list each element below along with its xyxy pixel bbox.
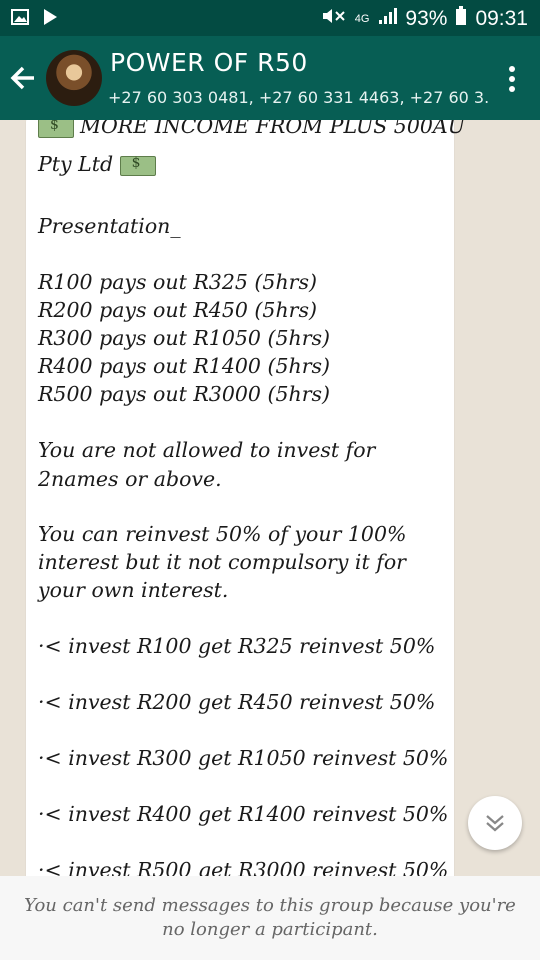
message-line: R200 pays out R450 (5hrs): [38, 298, 317, 322]
message-line: ·< invest R300 get R1050 reinvest 50%: [38, 746, 449, 770]
status-bar: 4G 93% 09:31: [0, 0, 540, 36]
footer-notice: You can't send messages to this group be…: [0, 876, 540, 960]
message-line: interest but it not compulsory it for: [38, 550, 406, 574]
message-line: ·< invest R200 get R450 reinvest 50%: [38, 690, 436, 714]
message-line: ·< invest R400 get R1400 reinvest 50%: [38, 802, 449, 826]
image-icon: [10, 7, 30, 27]
message-line: R500 pays out R3000 (5hrs): [38, 382, 331, 406]
network-type: 4G: [354, 13, 370, 25]
signal-icon: [377, 6, 398, 32]
double-chevron-down-icon: [486, 815, 504, 832]
money-emoji-icon: [119, 155, 156, 176]
message-line: ·< invest R500 get R3000 reinvest 50%: [38, 858, 449, 876]
battery-percent: 93%: [405, 7, 448, 30]
message-bubble[interactable]: MORE INCOME FROM PLUS 500AU Pty Ltd Pres…: [26, 120, 465, 876]
not-participant-text: You can't send messages to this group be…: [24, 895, 516, 940]
message-line: your own interest.: [38, 578, 229, 602]
clock: 09:31: [475, 7, 528, 30]
scroll-to-bottom-button[interactable]: [468, 796, 522, 850]
battery-icon: [455, 6, 467, 32]
message-line: You can reinvest 50% of your 100%: [38, 522, 407, 546]
message-line: MORE INCOME FROM PLUS 500AU: [38, 120, 465, 138]
message-line: R100 pays out R325 (5hrs): [38, 270, 317, 294]
message-line: Presentation_: [38, 214, 181, 238]
message-line: R300 pays out R1050 (5hrs): [38, 326, 331, 350]
play-store-icon: [40, 7, 60, 27]
more-options-icon[interactable]: [502, 62, 522, 96]
chat-participants[interactable]: +27 60 303 0481, +27 60 331 4463, +27 60…: [108, 88, 488, 107]
chat-title[interactable]: POWER OF R50: [110, 48, 308, 77]
mute-icon: [321, 6, 347, 32]
message-line: You are not allowed to invest for: [38, 438, 376, 462]
group-avatar[interactable]: [46, 50, 102, 106]
message-line: Pty Ltd: [38, 152, 162, 176]
message-line: ·< invest R100 get R325 reinvest 50%: [38, 634, 436, 658]
money-emoji-icon: [38, 120, 74, 138]
message-line: R400 pays out R1400 (5hrs): [38, 354, 331, 378]
back-arrow-icon[interactable]: [8, 60, 40, 96]
message-line: 2names or above.: [38, 467, 222, 491]
app-bar: POWER OF R50 +27 60 303 0481, +27 60 331…: [0, 36, 540, 120]
chat-area[interactable]: MORE INCOME FROM PLUS 500AU Pty Ltd Pres…: [0, 120, 540, 876]
